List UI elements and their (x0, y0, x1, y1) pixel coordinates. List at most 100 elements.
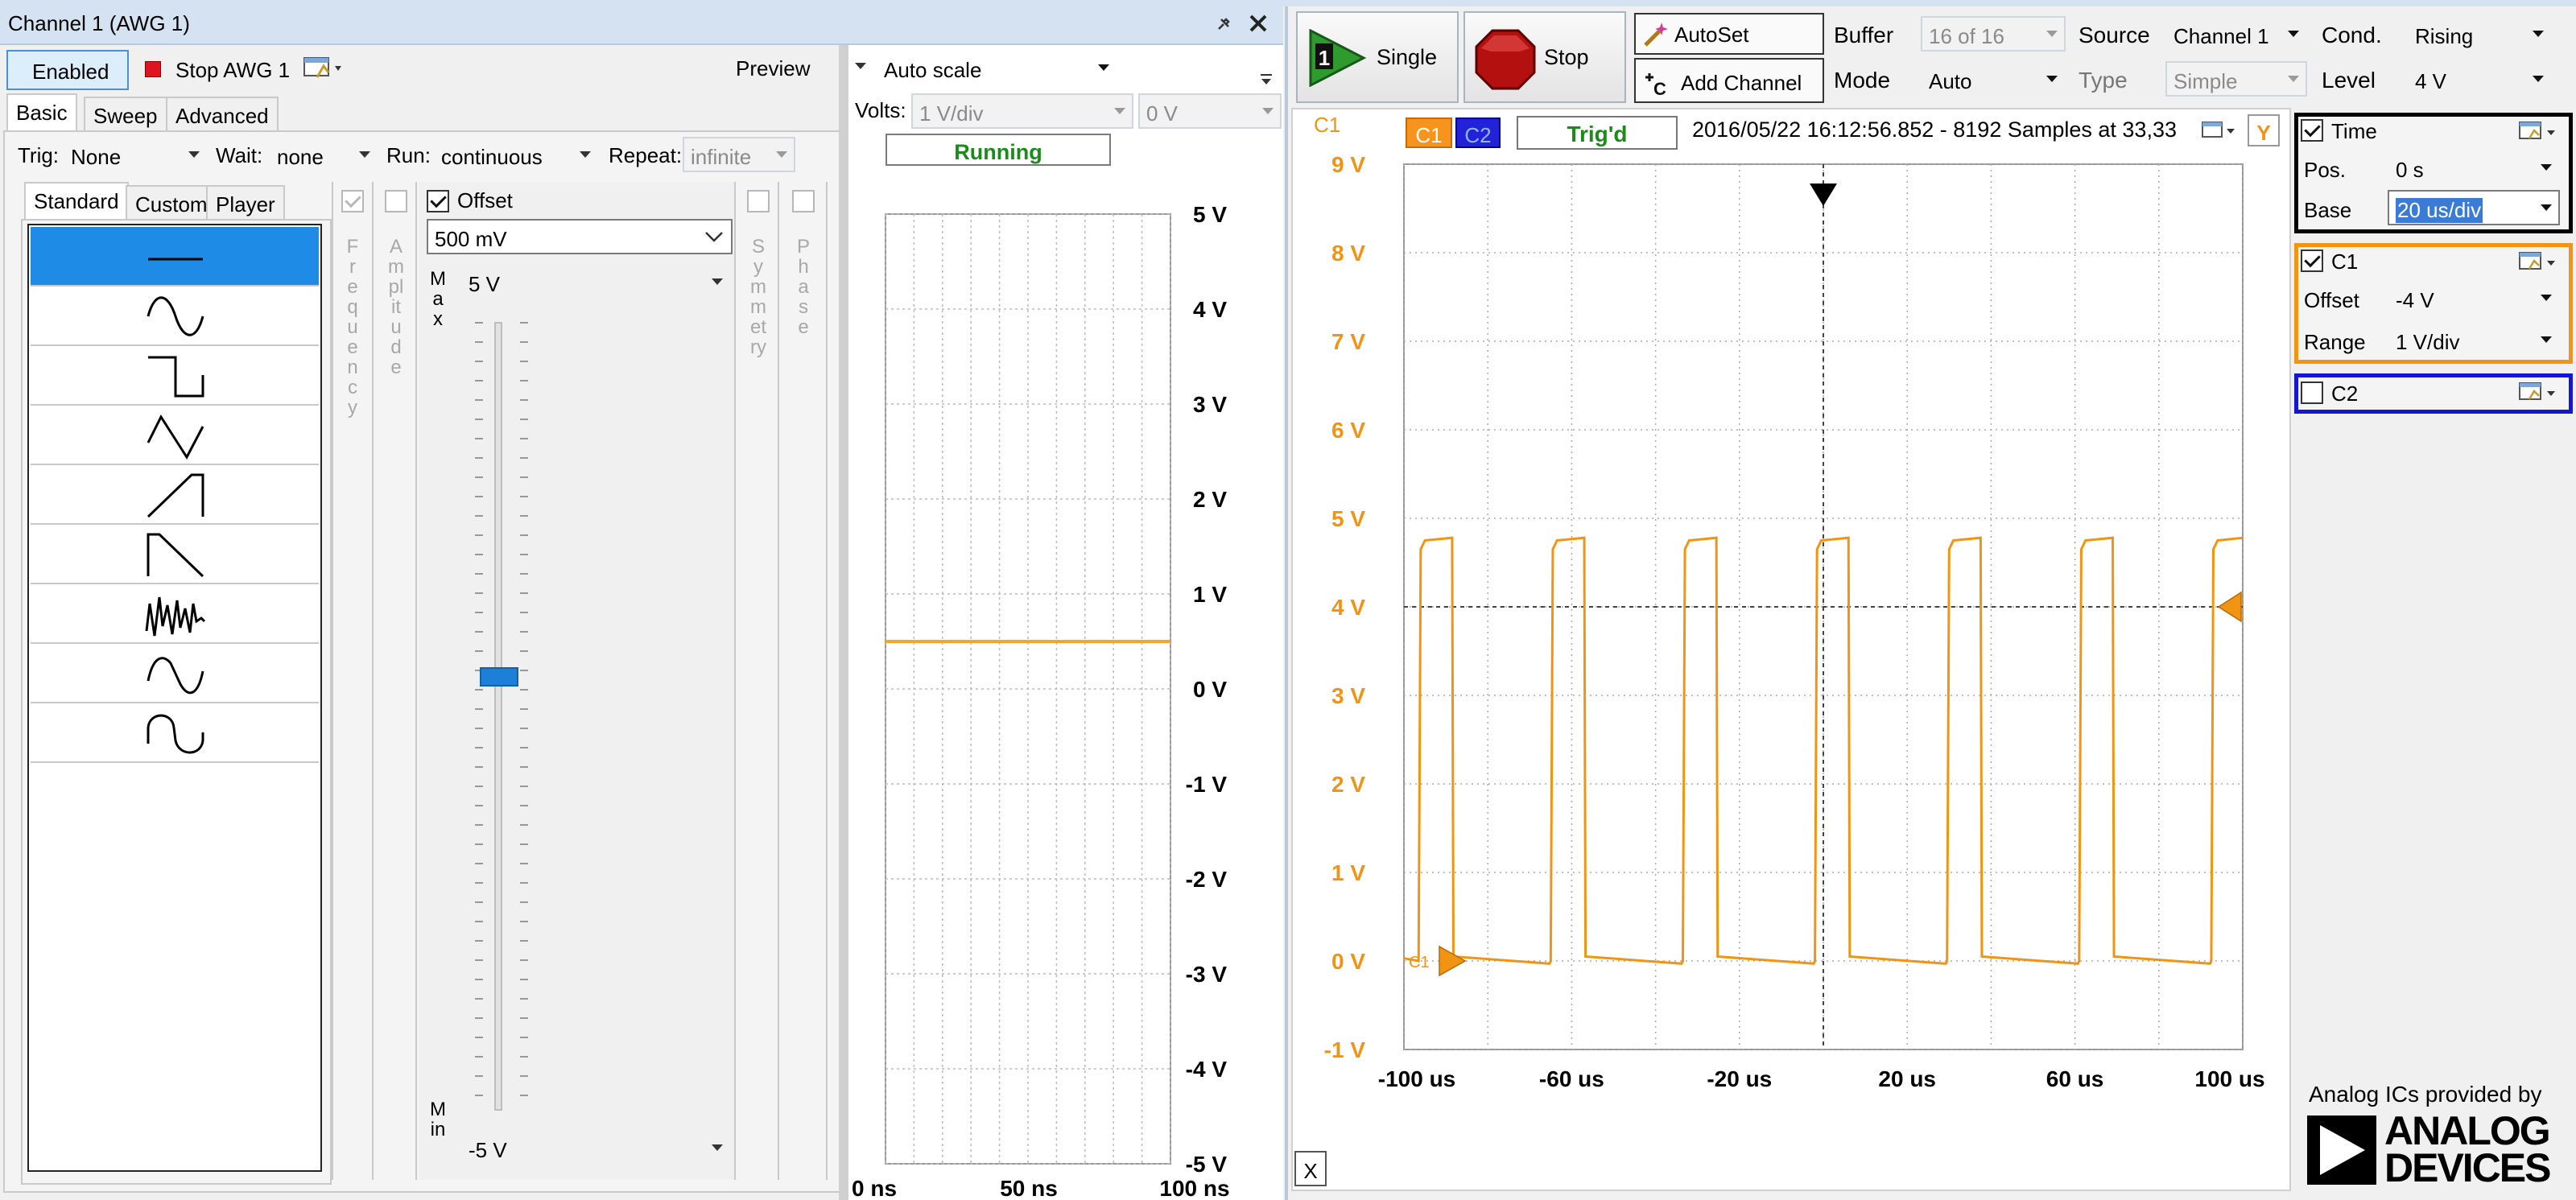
waveform-triangle[interactable] (31, 406, 319, 465)
offset-checkbox[interactable] (427, 190, 449, 212)
tab-standard[interactable]: Standard (24, 182, 129, 219)
tab-basic[interactable]: Basic (6, 93, 77, 130)
c1-options-icon[interactable] (2516, 249, 2560, 274)
frequency-checkbox[interactable] (341, 190, 364, 212)
volts-per-div-select[interactable]: 1 V/div (911, 93, 1133, 129)
preview-y-tick: -5 V (1186, 1152, 1228, 1177)
svg-text:1: 1 (1319, 46, 1330, 70)
buffer-select[interactable]: 16 of 16 (1921, 16, 2066, 52)
waveform-ramp-up[interactable] (31, 465, 319, 525)
offset-slider-ticks-left (475, 322, 483, 1111)
analog-devices-logo: ANALOG DEVICES (2307, 1111, 2557, 1190)
preview-y-tick: -1 V (1186, 772, 1228, 797)
waveform-sine-power[interactable] (31, 703, 319, 763)
c1-offset-label: Offset (2304, 288, 2359, 312)
phase-checkbox[interactable] (792, 190, 815, 212)
c1-range-label: Range (2304, 330, 2366, 354)
run-select[interactable]: continuous (433, 137, 599, 172)
mode-label: Mode (1834, 68, 1891, 93)
offset-slider-thumb[interactable] (480, 667, 518, 687)
preview-y-tick: -4 V (1186, 1057, 1228, 1082)
symmetry-label: Symmetry (750, 236, 767, 358)
preview-y-tick: 1 V (1193, 582, 1227, 607)
source-select[interactable]: Channel 1 (2165, 16, 2307, 52)
c2-checkbox[interactable] (2301, 381, 2323, 404)
scope-y-tick: 2 V (1331, 772, 1365, 797)
preview-offset-select[interactable]: 0 V (1138, 93, 1282, 129)
time-label: Time (2331, 119, 2377, 143)
pin-icon[interactable] (1214, 14, 1232, 32)
preview-y-tick: -3 V (1186, 962, 1228, 987)
tab-player[interactable]: Player (206, 185, 285, 219)
running-status: Running (886, 134, 1111, 166)
preview-y-tick: 3 V (1193, 392, 1227, 417)
preview-plot: 5 V 4 V 3 V 2 V 1 V 0 V -1 V -2 V -3 V -4 V -5 V 0 … (852, 202, 1230, 1200)
tab-sweep[interactable]: Sweep (84, 97, 167, 130)
waveform-trapezium[interactable] (31, 644, 319, 703)
stop-awg-button[interactable]: Stop AWG 1 (134, 50, 295, 90)
offset-max-select[interactable]: 5 V (460, 264, 731, 299)
single-button[interactable]: 1 Single (1296, 11, 1459, 103)
autoset-button[interactable]: AutoSet (1634, 13, 1824, 55)
single-run-icon: 1 (1309, 29, 1367, 87)
scale-mode-select[interactable]: Auto scale (876, 50, 1117, 85)
preview-x-tick: 100 ns (1159, 1176, 1229, 1200)
waveform-square[interactable] (31, 346, 319, 406)
base-label: Base (2304, 198, 2352, 222)
awg-options-icon[interactable] (301, 52, 346, 87)
waveform-dc[interactable] (31, 227, 319, 287)
tab-advanced[interactable]: Advanced (166, 97, 279, 130)
scale-pin-icon[interactable] (1259, 68, 1274, 85)
enabled-button[interactable]: Enabled (6, 50, 129, 90)
time-options-icon[interactable] (2516, 119, 2560, 143)
cond-select[interactable]: Rising (2407, 16, 2552, 52)
symmetry-checkbox[interactable] (747, 190, 770, 212)
c2-options-icon[interactable] (2516, 380, 2560, 404)
tab-custom[interactable]: Custom (126, 185, 217, 219)
level-select[interactable]: 4 V (2407, 61, 2552, 97)
chevron-down-icon (705, 232, 723, 242)
preview-y-tick: -2 V (1186, 867, 1228, 892)
source-label: Source (2079, 23, 2150, 47)
amplitude-checkbox[interactable] (385, 190, 407, 212)
trig-label: Trig: (18, 143, 60, 167)
close-icon[interactable] (1248, 13, 1269, 34)
c1-label: C1 (2331, 249, 2359, 274)
analog-devices-triangle-icon (2307, 1115, 2376, 1185)
waveform-ramp-down[interactable] (31, 525, 319, 584)
waveform-sine[interactable] (31, 287, 319, 346)
type-select[interactable]: Simple (2165, 61, 2307, 97)
waveform-noise[interactable] (31, 584, 319, 644)
preview-panel: Auto scale Volts: 1 V/div 0 V Running 5 … (848, 45, 1283, 1200)
trig-select[interactable]: None (63, 137, 208, 172)
offset-value-input[interactable]: 500 mV (427, 219, 733, 254)
awg-title-bar[interactable]: Channel 1 (AWG 1) (0, 0, 1283, 45)
mode-select[interactable]: Auto (1921, 61, 2066, 97)
preview-splitter[interactable] (839, 45, 848, 1200)
volts-label: Volts: (855, 98, 906, 122)
stop-button[interactable]: Stop (1463, 11, 1626, 103)
wait-select[interactable]: none (269, 137, 378, 172)
scope-y-tick: 4 V (1331, 595, 1365, 620)
min-label: Min (430, 1099, 446, 1140)
amplitude-label: Amplitude (388, 236, 404, 378)
offset-slider-ticks-right (520, 322, 528, 1111)
logo-text-2: DEVICES (2384, 1145, 2552, 1190)
offset-min-select[interactable]: -5 V (460, 1130, 731, 1165)
add-channel-button[interactable]: C Add Channel (1634, 58, 1824, 103)
scope-y-tick: 6 V (1331, 418, 1365, 443)
repeat-select[interactable]: infinite (683, 137, 795, 172)
run-label: Run: (386, 143, 431, 167)
time-checkbox[interactable] (2301, 119, 2323, 142)
scale-menu-icon[interactable] (855, 63, 866, 69)
preview-y-tick: 2 V (1193, 487, 1227, 512)
add-channel-icon: C (1645, 73, 1666, 98)
c1-checkbox[interactable] (2301, 249, 2323, 272)
base-input[interactable]: 20 us/div (2388, 190, 2560, 225)
c1-range-input[interactable]: 1 V/div (2388, 322, 2560, 357)
pos-input[interactable]: 0 s (2388, 150, 2560, 185)
offset-slider-track[interactable] (494, 322, 502, 1111)
c1-ground-label: C1 (1409, 954, 1430, 971)
c1-offset-input[interactable]: -4 V (2388, 280, 2560, 315)
preview-x-tick: 0 ns (852, 1176, 897, 1200)
